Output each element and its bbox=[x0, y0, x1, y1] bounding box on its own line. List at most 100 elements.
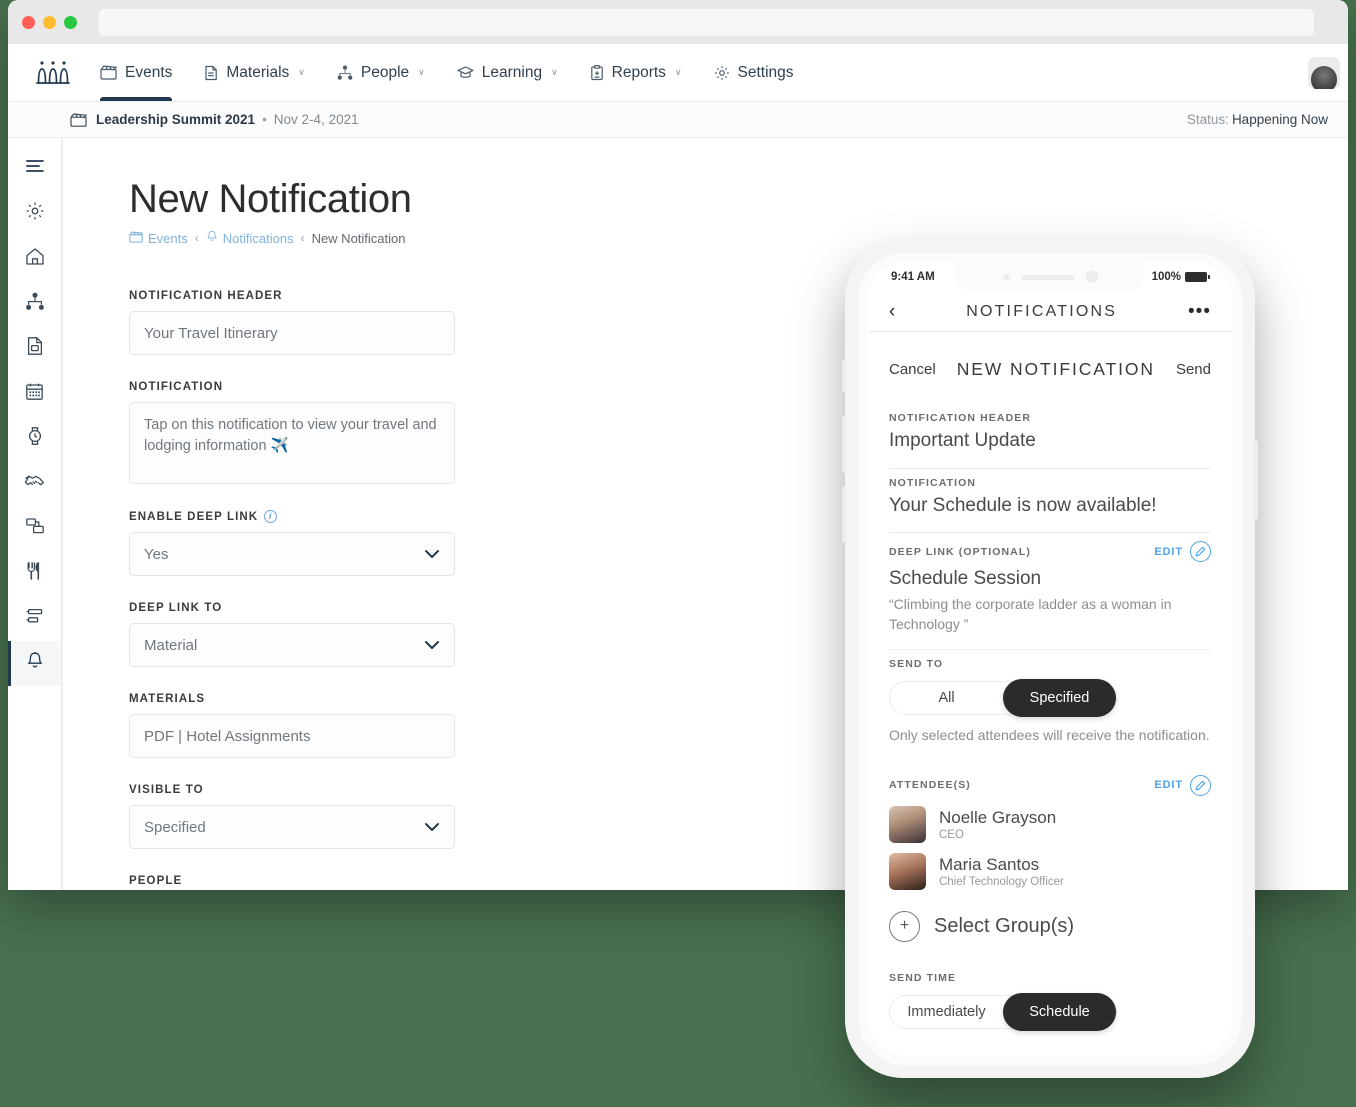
nav-item-people[interactable]: People ∨ bbox=[321, 44, 441, 101]
sidebar-item-sessions[interactable] bbox=[8, 506, 61, 551]
calendar-icon bbox=[25, 382, 44, 406]
field-enable-deep-link: ENABLE DEEP LINK i Yes bbox=[129, 510, 455, 576]
phone-content: Cancel NEW NOTIFICATION Send NOTIFICATIO… bbox=[867, 332, 1233, 1056]
nav-label-reports: Reports bbox=[611, 63, 666, 81]
status-time: 9:41 AM bbox=[891, 271, 935, 283]
sidebar-item-menu[interactable] bbox=[8, 146, 61, 191]
event-clapper-icon bbox=[70, 112, 87, 127]
mobile-field-deep-link: DEEP LINK (OPTIONAL) EDIT Schedule Sessi… bbox=[889, 533, 1211, 650]
breadcrumb-item-current: New Notification bbox=[312, 231, 406, 246]
bell-icon bbox=[206, 230, 218, 246]
cancel-button[interactable]: Cancel bbox=[889, 361, 936, 378]
chevron-down-icon: ∨ bbox=[674, 67, 682, 77]
traffic-lights bbox=[22, 15, 77, 29]
phone-mute-switch[interactable] bbox=[842, 360, 846, 392]
send-button[interactable]: Send bbox=[1176, 361, 1211, 378]
context-separator: • bbox=[262, 112, 267, 127]
notification-form: NOTIFICATION HEADER Your Travel Itinerar… bbox=[129, 290, 455, 890]
phone-volume-down-button[interactable] bbox=[842, 486, 846, 543]
notification-header-input[interactable]: Your Travel Itinerary bbox=[129, 311, 455, 355]
sidebar-item-surveys[interactable] bbox=[8, 596, 61, 641]
pencil-icon bbox=[1190, 541, 1211, 563]
nav-item-materials[interactable]: Materials ∨ bbox=[188, 44, 320, 101]
enable-deep-link-select[interactable]: Yes bbox=[129, 532, 455, 576]
attendee-info: Noelle Grayson CEO bbox=[939, 808, 1056, 841]
deep-link-edit-label: EDIT bbox=[1154, 545, 1183, 558]
sidebar-item-org[interactable] bbox=[8, 281, 61, 326]
address-bar[interactable] bbox=[99, 8, 1314, 36]
visible-to-value: Specified bbox=[144, 818, 206, 836]
mobile-value-notification-body: Your Schedule is now available! bbox=[889, 494, 1157, 516]
select-groups-button[interactable]: + Select Group(s) bbox=[889, 910, 1211, 942]
sidebar-item-setup[interactable] bbox=[8, 191, 61, 236]
send-to-toggle-group: All Specified bbox=[889, 678, 1117, 717]
visible-to-select[interactable]: Specified bbox=[129, 805, 455, 849]
sidebar-item-home[interactable] bbox=[8, 236, 61, 281]
sidebar-item-schedule[interactable] bbox=[8, 416, 61, 461]
mobile-label-deep-link: DEEP LINK (OPTIONAL) bbox=[889, 545, 1031, 558]
mobile-label-notification-body: NOTIFICATION bbox=[889, 476, 977, 489]
mobile-label-attendees: ATTENDEE(S) bbox=[889, 779, 971, 792]
maximize-window-button[interactable] bbox=[64, 15, 77, 29]
mobile-deep-link-header: DEEP LINK (OPTIONAL) EDIT bbox=[889, 541, 1211, 563]
document-icon bbox=[26, 336, 44, 361]
field-people: PEOPLE bbox=[129, 875, 455, 890]
sidebar-item-sponsors[interactable] bbox=[8, 461, 61, 506]
page-title: New Notification bbox=[129, 177, 412, 221]
proximity-sensor-icon bbox=[1002, 273, 1010, 281]
mobile-field-notification-body[interactable]: NOTIFICATION Your Schedule is now availa… bbox=[889, 469, 1211, 534]
send-to-option-specified[interactable]: Specified bbox=[1003, 678, 1116, 717]
phone-volume-up-button[interactable] bbox=[842, 416, 846, 473]
home-icon bbox=[25, 247, 45, 271]
list-item[interactable]: Maria Santos Chief Technology Officer bbox=[889, 848, 1211, 895]
phone-screen: 9:41 AM 100% ‹ NOTIFICATIONS ••• Cancel … bbox=[867, 262, 1233, 1056]
minimize-window-button[interactable] bbox=[43, 15, 56, 29]
mobile-field-notification-header[interactable]: NOTIFICATION HEADER Important Update bbox=[889, 404, 1211, 469]
enable-deep-link-value: Yes bbox=[144, 545, 169, 563]
nav-item-learning[interactable]: Learning ∨ bbox=[441, 44, 574, 101]
sidebar-item-dining[interactable] bbox=[8, 551, 61, 596]
send-time-toggle-group: Immediately Schedule bbox=[889, 992, 1117, 1031]
label-people: PEOPLE bbox=[129, 875, 183, 887]
battery-icon bbox=[1185, 272, 1210, 282]
front-camera-icon bbox=[1085, 271, 1098, 283]
mobile-field-attendees: ATTENDEE(S) EDIT Noelle Grayson CEO Mari… bbox=[889, 759, 1211, 962]
sidebar-item-documents[interactable] bbox=[8, 326, 61, 371]
label-deep-link-to: DEEP LINK TO bbox=[129, 602, 223, 614]
info-icon[interactable]: i bbox=[264, 510, 278, 523]
breadcrumb-item-events[interactable]: Events bbox=[129, 231, 188, 246]
breadcrumb-item-notifications[interactable]: Notifications bbox=[206, 230, 294, 246]
phone-notch bbox=[955, 262, 1145, 292]
send-time-option-immediately[interactable]: Immediately bbox=[890, 995, 1003, 1029]
send-to-option-all[interactable]: All bbox=[890, 681, 1003, 715]
send-time-option-schedule[interactable]: Schedule bbox=[1003, 992, 1116, 1031]
nav-item-events[interactable]: Events bbox=[84, 44, 188, 101]
settings-icon bbox=[714, 65, 730, 81]
attendee-name: Noelle Grayson bbox=[939, 808, 1057, 828]
sidebar-item-notifications[interactable] bbox=[8, 641, 61, 686]
notification-body-input[interactable]: Tap on this notification to view your tr… bbox=[129, 402, 455, 484]
more-options-icon[interactable]: ••• bbox=[1188, 302, 1211, 321]
chevron-down-icon: ∨ bbox=[551, 67, 558, 77]
phone-power-button[interactable] bbox=[1254, 440, 1258, 520]
sheet-title: NEW NOTIFICATION bbox=[956, 359, 1155, 379]
close-window-button[interactable] bbox=[22, 15, 35, 29]
nav-item-reports[interactable]: Reports ∨ bbox=[574, 44, 698, 101]
field-visible-to: VISIBLE TO Specified bbox=[129, 784, 455, 849]
list-item[interactable]: Noelle Grayson CEO bbox=[889, 801, 1211, 848]
label-visible-to: VISIBLE TO bbox=[129, 784, 204, 796]
chevron-down-icon bbox=[424, 822, 440, 832]
attendees-edit-button[interactable]: EDIT bbox=[1154, 774, 1211, 796]
nav-item-settings[interactable]: Settings bbox=[698, 44, 810, 101]
brand-logo-icon[interactable] bbox=[22, 44, 84, 101]
avatar[interactable] bbox=[1308, 56, 1340, 89]
sidebar-item-agenda[interactable] bbox=[8, 371, 61, 416]
deep-link-to-select[interactable]: Material bbox=[129, 623, 455, 667]
deep-link-edit-button[interactable]: EDIT bbox=[1154, 541, 1211, 563]
nav-label-events: Events bbox=[125, 63, 173, 81]
materials-input[interactable]: PDF | Hotel Assignments bbox=[129, 714, 455, 758]
label-enable-deep-link: ENABLE DEEP LINK i bbox=[129, 510, 455, 523]
breadcrumb-label-current: New Notification bbox=[311, 230, 406, 246]
phone-screen-title: NOTIFICATIONS bbox=[966, 302, 1118, 320]
back-icon[interactable]: ‹ bbox=[889, 302, 895, 321]
